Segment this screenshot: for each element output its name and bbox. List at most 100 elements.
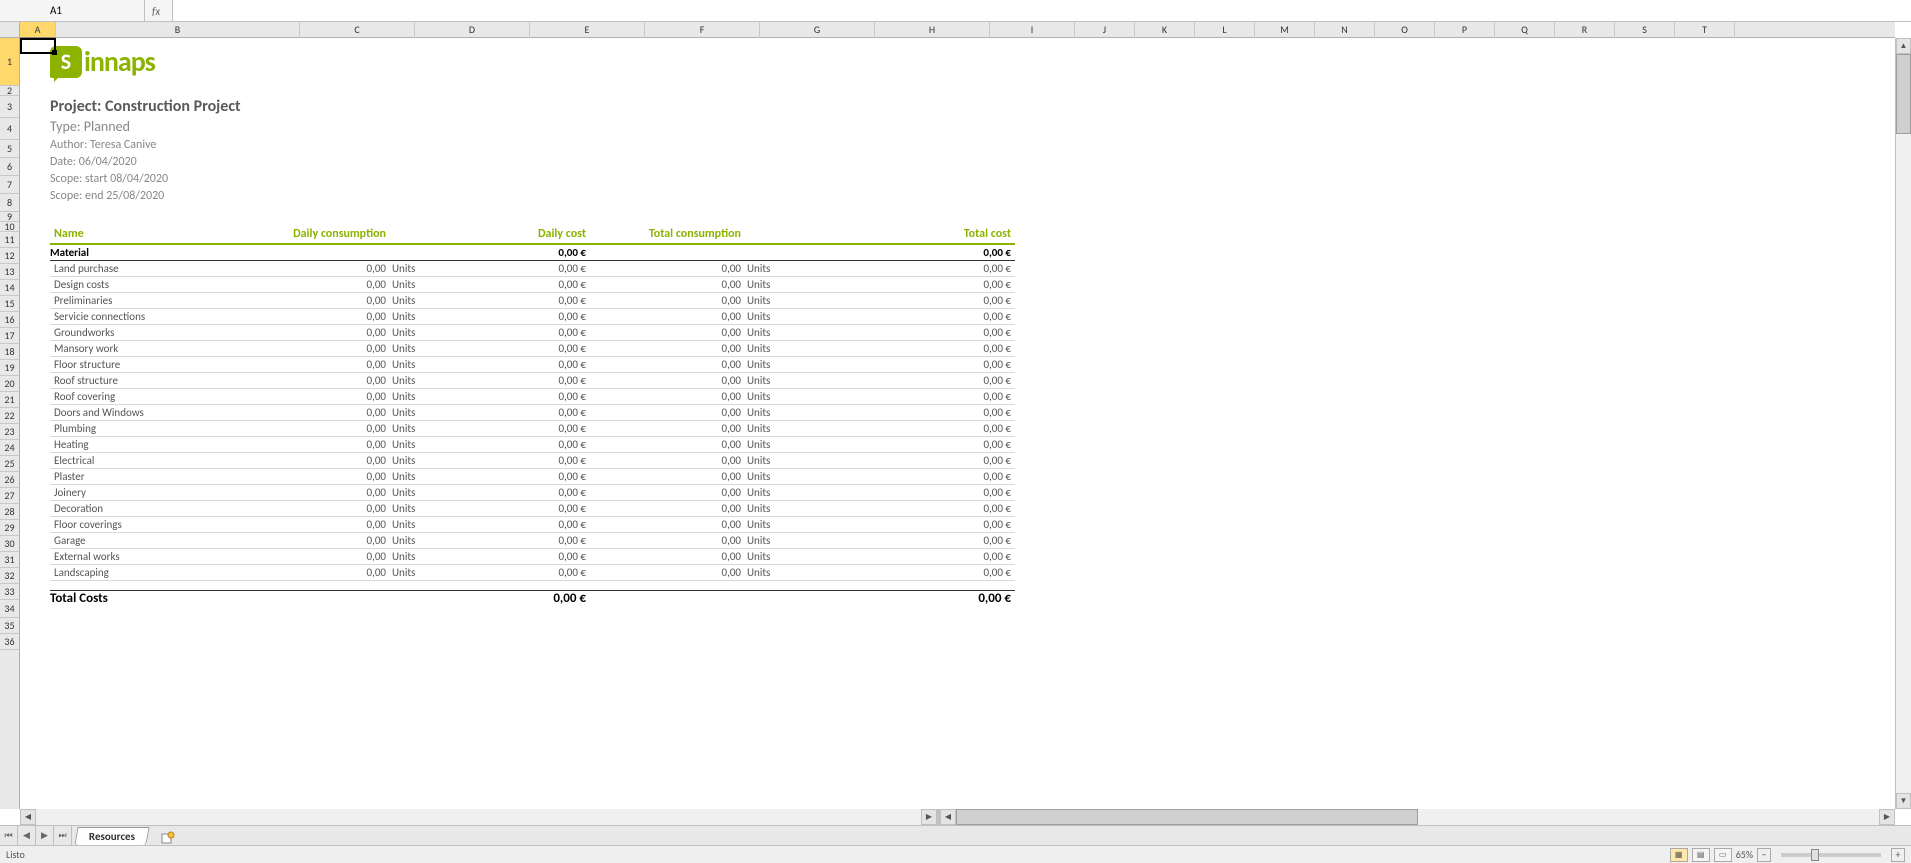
row-header-35[interactable]: 35: [0, 618, 19, 634]
worksheet-content: S innaps Project: Construction Project T…: [20, 38, 1015, 606]
th-name: Name: [50, 225, 280, 244]
select-all-corner[interactable]: [0, 22, 20, 38]
row-header-7[interactable]: 7: [0, 176, 19, 194]
col-header-G[interactable]: G: [760, 22, 875, 38]
row-header-17[interactable]: 17: [0, 328, 19, 344]
hscroll-left-arrow1[interactable]: ◀: [20, 809, 36, 825]
row-header-5[interactable]: 5: [0, 140, 19, 158]
col-header-D[interactable]: D: [415, 22, 530, 38]
selected-cell-border: [20, 38, 56, 54]
th-daily-cost: Daily cost: [435, 225, 590, 244]
row-header-31[interactable]: 31: [0, 552, 19, 568]
row-header-26[interactable]: 26: [0, 472, 19, 488]
col-header-O[interactable]: O: [1375, 22, 1435, 38]
row-header-11[interactable]: 11: [0, 232, 19, 248]
scroll-up-button[interactable]: ▲: [1896, 38, 1911, 54]
col-header-M[interactable]: M: [1255, 22, 1315, 38]
hscroll-left-arrow2[interactable]: ◀: [940, 809, 956, 825]
row-header-6[interactable]: 6: [0, 158, 19, 176]
view-normal-button[interactable]: ▦: [1670, 848, 1688, 862]
table-header-row: Name Daily consumption Daily cost Total …: [50, 225, 1015, 244]
sheet-nav-next[interactable]: ▶: [36, 826, 54, 845]
row-header-33[interactable]: 33: [0, 584, 19, 600]
col-header-A[interactable]: A: [20, 22, 56, 38]
row-header-13[interactable]: 13: [0, 264, 19, 280]
sheet-nav-prev[interactable]: ◀: [18, 826, 36, 845]
new-sheet-button[interactable]: [158, 831, 178, 845]
col-header-L[interactable]: L: [1195, 22, 1255, 38]
row-header-12[interactable]: 12: [0, 248, 19, 264]
zoom-slider[interactable]: [1781, 853, 1881, 857]
row-header-10[interactable]: 10: [0, 222, 19, 232]
hscroll-right-arrow2[interactable]: ▶: [1879, 809, 1895, 825]
row-header-4[interactable]: 4: [0, 118, 19, 140]
row-headers: 1234567891011121314151617181920212223242…: [0, 38, 20, 809]
col-header-F[interactable]: F: [645, 22, 760, 38]
row-header-14[interactable]: 14: [0, 280, 19, 296]
row-header-21[interactable]: 21: [0, 392, 19, 408]
row-header-16[interactable]: 16: [0, 312, 19, 328]
zoom-knob[interactable]: [1811, 849, 1819, 861]
table-row: External works0,00Units0,00 €0,00Units0,…: [50, 548, 1015, 564]
row-header-22[interactable]: 22: [0, 408, 19, 424]
zoom-in-button[interactable]: +: [1891, 848, 1905, 862]
row-header-34[interactable]: 34: [0, 600, 19, 618]
col-header-J[interactable]: J: [1075, 22, 1135, 38]
row-header-18[interactable]: 18: [0, 344, 19, 360]
zoom-out-button[interactable]: −: [1757, 848, 1771, 862]
row-header-30[interactable]: 30: [0, 536, 19, 552]
row-header-3[interactable]: 3: [0, 96, 19, 118]
row-header-36[interactable]: 36: [0, 634, 19, 650]
view-page-break-button[interactable]: ▭: [1714, 848, 1732, 862]
sheet-nav-first[interactable]: ⏮: [0, 826, 18, 845]
row-header-29[interactable]: 29: [0, 520, 19, 536]
col-header-E[interactable]: E: [530, 22, 645, 38]
sheet-nav: ⏮ ◀ ▶ ⏭: [0, 826, 72, 845]
col-header-S[interactable]: S: [1615, 22, 1675, 38]
col-header-Q[interactable]: Q: [1495, 22, 1555, 38]
row-header-19[interactable]: 19: [0, 360, 19, 376]
fx-button[interactable]: fx: [145, 0, 173, 21]
col-header-T[interactable]: T: [1675, 22, 1735, 38]
table-row: Decoration0,00Units0,00 €0,00Units0,00 €: [50, 500, 1015, 516]
row-header-32[interactable]: 32: [0, 568, 19, 584]
cells-area[interactable]: S innaps Project: Construction Project T…: [20, 38, 1895, 809]
row-header-25[interactable]: 25: [0, 456, 19, 472]
vscroll-thumb[interactable]: [1896, 54, 1911, 134]
sheet-tab-resources[interactable]: Resources: [74, 827, 149, 845]
zoom-label: 65%: [1736, 848, 1753, 861]
th-total-cost: Total cost: [790, 225, 1015, 244]
vscroll-track[interactable]: [1896, 54, 1911, 793]
svg-text:fx: fx: [152, 5, 160, 17]
row-header-15[interactable]: 15: [0, 296, 19, 312]
view-page-layout-button[interactable]: ▤: [1692, 848, 1710, 862]
new-sheet-icon: [161, 831, 175, 845]
col-header-R[interactable]: R: [1555, 22, 1615, 38]
hscroll-thumb[interactable]: [956, 809, 1418, 825]
formula-bar: fx: [0, 0, 1911, 22]
hscroll-right-arrow1[interactable]: ▶: [921, 809, 937, 825]
formula-input[interactable]: [173, 0, 1911, 21]
row-header-2[interactable]: 2: [0, 86, 19, 96]
col-header-H[interactable]: H: [875, 22, 990, 38]
sheet-tabs: Resources: [72, 826, 178, 845]
row-header-1[interactable]: 1: [0, 38, 19, 86]
scroll-down-button[interactable]: ▼: [1896, 793, 1911, 809]
th-daily-cons: Daily consumption: [280, 225, 390, 244]
row-header-23[interactable]: 23: [0, 424, 19, 440]
sheet-nav-last[interactable]: ⏭: [54, 826, 72, 845]
col-header-K[interactable]: K: [1135, 22, 1195, 38]
total-row: Total Costs0,00 €0,00 €: [50, 590, 1015, 606]
row-header-27[interactable]: 27: [0, 488, 19, 504]
row-header-28[interactable]: 28: [0, 504, 19, 520]
col-header-B[interactable]: B: [56, 22, 300, 38]
table-row: Roof structure0,00Units0,00 €0,00Units0,…: [50, 372, 1015, 388]
row-header-24[interactable]: 24: [0, 440, 19, 456]
row-header-20[interactable]: 20: [0, 376, 19, 392]
col-header-N[interactable]: N: [1315, 22, 1375, 38]
th-total-cons: Total consumption: [590, 225, 745, 244]
col-header-I[interactable]: I: [990, 22, 1075, 38]
col-header-C[interactable]: C: [300, 22, 415, 38]
col-header-P[interactable]: P: [1435, 22, 1495, 38]
hscroll-track[interactable]: [956, 809, 1879, 825]
